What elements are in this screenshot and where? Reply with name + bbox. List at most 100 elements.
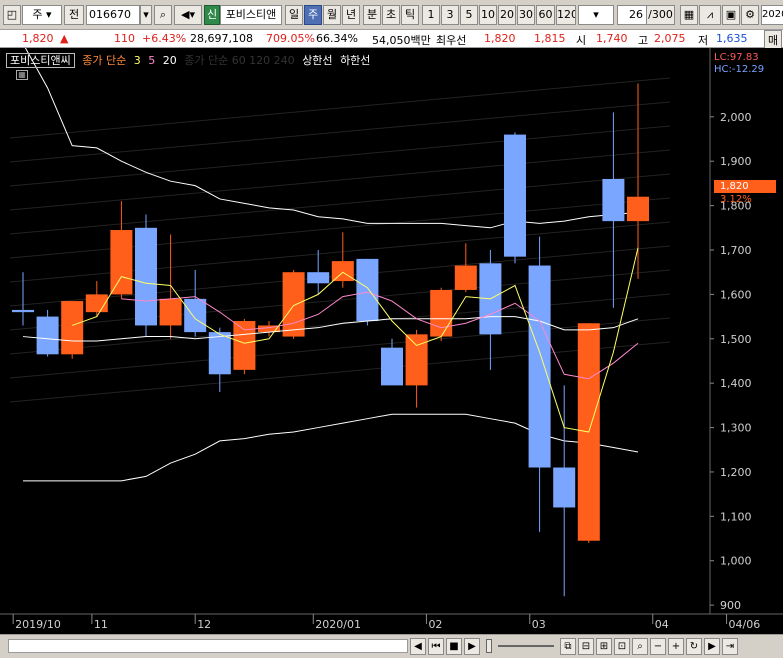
first-page-icon[interactable]: ⏮ — [428, 638, 444, 655]
x-tick-label: 2020/01 — [315, 618, 361, 631]
interval-5[interactable]: 5 — [460, 5, 478, 25]
legend-stock-name[interactable]: 포비스티앤씨 — [6, 53, 75, 68]
candle-body — [208, 332, 231, 375]
scroll-right-icon[interactable]: ▶ — [704, 638, 720, 655]
code-dropdown-icon[interactable]: ▾ — [140, 5, 152, 25]
reference-line — [9, 317, 671, 379]
reference-line — [9, 149, 671, 211]
table-icon[interactable]: ▦ — [16, 70, 28, 80]
tab-minute[interactable]: 분 — [363, 5, 381, 25]
interval-60[interactable]: 60 — [536, 5, 555, 25]
x-tick-label: 11 — [94, 618, 108, 631]
zoom-out-icon[interactable]: − — [650, 638, 666, 655]
zoom-slider-knob[interactable] — [486, 639, 492, 653]
candle-body — [307, 272, 330, 284]
candle-body — [159, 298, 182, 326]
best-sell: 1,820 — [484, 32, 516, 45]
chart-legend: 포비스티앤씨 종가 단순 3 5 20 종가 단순 60 120 240 상한선… — [6, 52, 374, 68]
legend-ma-faded[interactable]: 종가 단순 60 120 240 — [184, 54, 294, 67]
tab-month[interactable]: 월 — [323, 5, 341, 25]
tab-day[interactable]: 일 — [285, 5, 303, 25]
window-tile-icon[interactable]: ⊞ — [596, 638, 612, 655]
search-icon[interactable]: ⌕ — [154, 5, 172, 25]
next-page-icon[interactable]: ▶ — [464, 638, 480, 655]
grid-icon[interactable]: ▦ — [680, 5, 698, 25]
jeon-button[interactable]: 전 — [64, 5, 84, 25]
candle-body — [331, 261, 354, 282]
legend-lower-limit[interactable]: 하한선 — [340, 54, 370, 67]
legend-ma20[interactable]: 20 — [163, 54, 177, 67]
stock-code-input[interactable]: 016670 — [86, 5, 140, 25]
interval-30[interactable]: 30 — [517, 5, 535, 25]
tab-year[interactable]: 년 — [342, 5, 360, 25]
candle-body — [602, 178, 625, 222]
stop-icon[interactable]: ■ — [446, 638, 462, 655]
current-percent-tag: 3.12% — [720, 194, 752, 205]
low-label: 저 — [698, 34, 709, 47]
open-label: 시 — [576, 34, 587, 47]
legend-ma-label[interactable]: 종가 단순 — [82, 54, 126, 67]
page-counter-input[interactable]: 26 — [617, 5, 647, 25]
tab-week[interactable]: 주 — [304, 5, 322, 25]
magnify-icon[interactable]: ⌕ — [632, 638, 648, 655]
legend-ma3[interactable]: 3 — [134, 54, 141, 67]
reset-icon[interactable]: ↻ — [686, 638, 702, 655]
split-icon[interactable]: ⊟ — [578, 638, 594, 655]
window-icon[interactable]: ◰ — [3, 5, 21, 25]
candle-body — [627, 196, 649, 222]
candle-body — [36, 316, 59, 355]
zoom-slider-track[interactable] — [498, 645, 554, 647]
candle-body — [110, 230, 133, 295]
best-buy: 1,815 — [534, 32, 566, 45]
chart-type-icon[interactable]: ⩘ — [699, 5, 721, 25]
x-tick-label: 04/06 — [729, 618, 761, 631]
lc-value: LC:97.83 — [714, 52, 759, 63]
reference-line — [9, 125, 671, 187]
speaker-icon[interactable]: ◀▾ — [174, 5, 202, 25]
candle-body — [233, 321, 256, 370]
y-tick-label: 1,200 — [720, 466, 752, 479]
page-total: /300 — [647, 5, 675, 25]
candle-body — [553, 467, 576, 508]
candle-body — [282, 272, 305, 337]
candle-body — [528, 265, 551, 468]
bottom-controls: ◀ ⏮ ■ ▶ ⧉ ⊟ ⊞ ⊡ ⌕ − + ↻ ▶ ⇥ — [0, 634, 783, 658]
save-icon[interactable]: ▣ — [722, 5, 740, 25]
change-value: 110 — [114, 32, 135, 45]
candle-body — [430, 289, 453, 337]
interval-custom-input[interactable]: ▾ — [578, 5, 614, 25]
low-price: 1,635 — [716, 32, 748, 45]
hc-value: HC:-12.29 — [714, 64, 765, 75]
current-price: 1,820 — [22, 32, 54, 45]
pin-icon[interactable]: ⇥ — [722, 638, 738, 655]
scroll-left-icon[interactable]: ◀ — [410, 638, 426, 655]
reference-line — [9, 101, 671, 163]
chart-toolbar: ◰ 주 ▾ 전 016670 ▾ ⌕ ◀▾ 신 포비스티앤 일 주 월 년 분 … — [0, 0, 783, 30]
year-input[interactable]: 2020 — [761, 5, 783, 25]
interval-3[interactable]: 3 — [441, 5, 459, 25]
price-chart[interactable]: 900 1,000 1,100 1,200 1,300 1,400 1,500 1,600 1,… — [0, 48, 783, 634]
y-tick-label: 1,700 — [720, 244, 752, 257]
high-price: 2,075 — [654, 32, 686, 45]
y-tick-label: 1,100 — [720, 510, 752, 523]
zoom-in-icon[interactable]: + — [668, 638, 684, 655]
legend-ma5[interactable]: 5 — [148, 54, 155, 67]
open-price: 1,740 — [596, 32, 628, 45]
copy-icon[interactable]: ⧉ — [560, 638, 576, 655]
interval-20[interactable]: 20 — [498, 5, 516, 25]
volume-ratio: 709.05% — [266, 32, 315, 45]
best-label: 최우선 — [436, 34, 467, 47]
layout-icon[interactable]: ⊡ — [614, 638, 630, 655]
trade-button[interactable]: 매 — [764, 30, 783, 50]
tab-tick[interactable]: 틱 — [401, 5, 419, 25]
legend-upper-limit[interactable]: 상한선 — [302, 54, 332, 67]
settings-icon[interactable]: ⚙ — [741, 5, 759, 25]
horizontal-scrollbar[interactable] — [8, 639, 408, 653]
interval-1[interactable]: 1 — [422, 5, 440, 25]
period-type-select[interactable]: 주 ▾ — [22, 5, 62, 25]
tab-second[interactable]: 초 — [382, 5, 400, 25]
interval-10[interactable]: 10 — [479, 5, 497, 25]
interval-120[interactable]: 120 — [556, 5, 576, 25]
reference-line — [9, 173, 671, 235]
y-tick-label: 2,000 — [720, 111, 752, 124]
